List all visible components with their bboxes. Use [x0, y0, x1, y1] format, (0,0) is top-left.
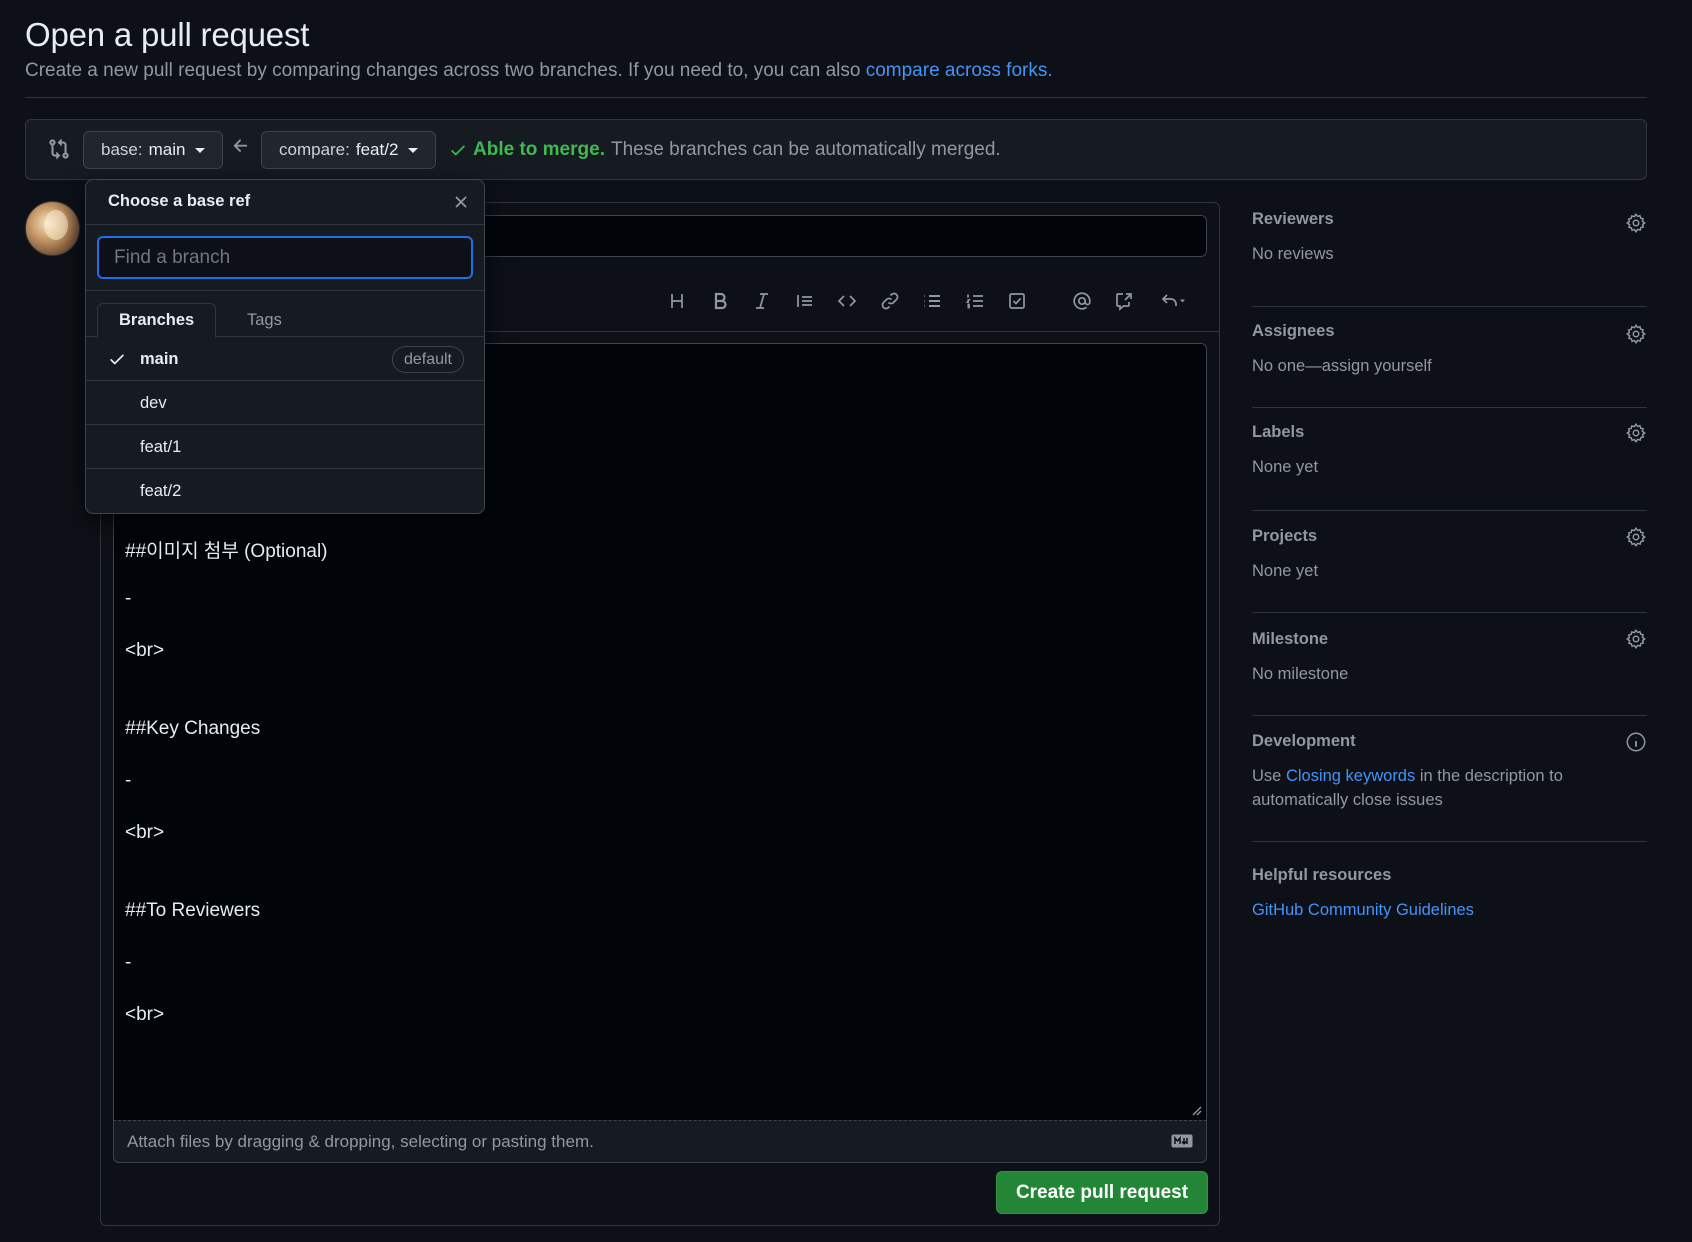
- link-icon[interactable]: [874, 285, 906, 317]
- attach-files-text: Attach files by dragging & dropping, sel…: [127, 1132, 594, 1151]
- milestone-heading: Milestone: [1252, 630, 1329, 648]
- italic-icon[interactable]: [746, 285, 778, 317]
- editor-line: -: [125, 770, 132, 791]
- tab-tags[interactable]: Tags: [226, 303, 303, 338]
- editor-line: -: [125, 588, 132, 609]
- create-pull-request-button[interactable]: Create pull request: [996, 1171, 1208, 1214]
- milestone-value: No milestone: [1252, 665, 1349, 683]
- check-icon: [110, 354, 124, 365]
- default-badge: default: [391, 346, 464, 373]
- unordered-list-icon[interactable]: [916, 285, 948, 317]
- sidebar-reviewers: Reviewers No reviews: [1252, 210, 1647, 307]
- range-editor: base: main compare: feat/2 Able to merge…: [25, 119, 1647, 180]
- branch-item-main[interactable]: main default: [86, 337, 484, 381]
- branch-item-feat-2[interactable]: feat/2: [86, 469, 484, 513]
- page-title: Open a pull request: [25, 16, 310, 53]
- heading-icon[interactable]: [661, 285, 693, 317]
- development-heading: Development: [1252, 732, 1356, 750]
- resize-handle-icon[interactable]: [1190, 1104, 1202, 1116]
- markdown-icon[interactable]: [1171, 1133, 1193, 1149]
- file-attachment-bar[interactable]: Attach files by dragging & dropping, sel…: [113, 1120, 1207, 1163]
- chevron-down-icon: [408, 147, 419, 153]
- base-ref-dropdown: Choose a base ref Branches Tags main def…: [85, 179, 485, 514]
- dropdown-tabs: Branches Tags: [86, 291, 484, 338]
- compare-branch-button[interactable]: compare: feat/2: [261, 131, 437, 169]
- labels-heading: Labels: [1252, 423, 1305, 441]
- cross-reference-icon[interactable]: [1108, 285, 1140, 317]
- community-guidelines-link[interactable]: GitHub Community Guidelines: [1252, 901, 1474, 919]
- editor-line: -: [125, 952, 132, 973]
- reviewers-value: No reviews: [1252, 245, 1334, 263]
- projects-value: None yet: [1252, 562, 1319, 580]
- dropdown-header: Choose a base ref: [86, 180, 484, 225]
- code-icon[interactable]: [831, 285, 863, 317]
- development-prefix: Use: [1252, 767, 1286, 785]
- subtitle-text: Create a new pull request by comparing c…: [25, 60, 866, 81]
- bold-icon[interactable]: [704, 285, 736, 317]
- compare-across-forks-link[interactable]: compare across forks.: [866, 60, 1053, 81]
- markdown-toolbar: [661, 285, 1205, 317]
- header-divider: [25, 97, 1647, 98]
- avatar: [25, 201, 80, 256]
- sidebar-assignees: Assignees No one—assign yourself: [1252, 307, 1647, 408]
- chevron-down-icon: [195, 147, 206, 153]
- task-list-icon[interactable]: [1001, 285, 1033, 317]
- reviewers-heading: Reviewers: [1252, 210, 1334, 228]
- merge-ok-text: Able to merge.: [473, 139, 605, 160]
- helpful-resources-heading: Helpful resources: [1252, 866, 1392, 884]
- tab-branches[interactable]: Branches: [97, 303, 217, 338]
- sidebar-labels: Labels None yet: [1252, 408, 1647, 511]
- editor-line: <br>: [125, 640, 165, 661]
- compare-branch-name: feat/2: [355, 140, 399, 159]
- base-branch-name: main: [148, 140, 186, 159]
- mention-icon[interactable]: [1066, 285, 1098, 317]
- development-value: Use Closing keywords in the description …: [1252, 764, 1592, 812]
- branch-filter-input[interactable]: [97, 236, 473, 279]
- reviewers-gear-icon[interactable]: [1625, 212, 1647, 234]
- reply-icon[interactable]: [1151, 285, 1195, 317]
- branch-name: dev: [140, 394, 167, 412]
- projects-gear-icon[interactable]: [1625, 526, 1647, 548]
- assignees-gear-icon[interactable]: [1625, 323, 1647, 345]
- branch-item-dev[interactable]: dev: [86, 381, 484, 425]
- branch-name: feat/2: [140, 482, 182, 500]
- close-icon[interactable]: [450, 191, 472, 213]
- sidebar: Reviewers No reviews Assignees No one—as…: [1252, 210, 1647, 922]
- editor-line: ##To Reviewers: [125, 900, 261, 921]
- editor-line: <br>: [125, 1004, 165, 1025]
- closing-keywords-link[interactable]: Closing keywords: [1286, 767, 1415, 785]
- editor-line: ##이미지 첨부 (Optional): [125, 541, 328, 562]
- merge-detail-text: These branches can be automatically merg…: [610, 139, 1001, 160]
- merge-status: Able to merge. These branches can be aut…: [449, 139, 1001, 161]
- base-branch-button[interactable]: base: main: [83, 131, 224, 169]
- branch-name: main: [140, 350, 179, 368]
- editor-line: ##Key Changes: [125, 718, 261, 739]
- info-icon: [1625, 731, 1647, 753]
- assignees-value[interactable]: No one—assign yourself: [1252, 354, 1647, 378]
- page-subtitle: Create a new pull request by comparing c…: [25, 60, 1053, 82]
- git-compare-icon: [48, 138, 70, 160]
- quote-icon[interactable]: [789, 285, 821, 317]
- ordered-list-icon[interactable]: [959, 285, 991, 317]
- compare-label: compare:: [279, 140, 350, 159]
- assignees-heading: Assignees: [1252, 322, 1335, 340]
- branch-item-feat-1[interactable]: feat/1: [86, 425, 484, 469]
- sidebar-projects: Projects None yet: [1252, 511, 1647, 613]
- branch-name: feat/1: [140, 438, 182, 456]
- projects-heading: Projects: [1252, 527, 1318, 545]
- sidebar-helpful-resources: Helpful resources GitHub Community Guide…: [1252, 842, 1647, 922]
- labels-value: None yet: [1252, 458, 1319, 476]
- milestone-gear-icon[interactable]: [1625, 628, 1647, 650]
- labels-gear-icon[interactable]: [1625, 422, 1647, 444]
- editor-line: <br>: [125, 822, 165, 843]
- base-label: base:: [101, 140, 143, 159]
- sidebar-milestone: Milestone No milestone: [1252, 613, 1647, 716]
- filter-wrapper: [86, 225, 484, 291]
- arrow-left-icon: [231, 136, 251, 156]
- dropdown-title: Choose a base ref: [108, 192, 251, 210]
- sidebar-development: Development Use Closing keywords in the …: [1252, 716, 1647, 842]
- check-icon: [451, 145, 465, 156]
